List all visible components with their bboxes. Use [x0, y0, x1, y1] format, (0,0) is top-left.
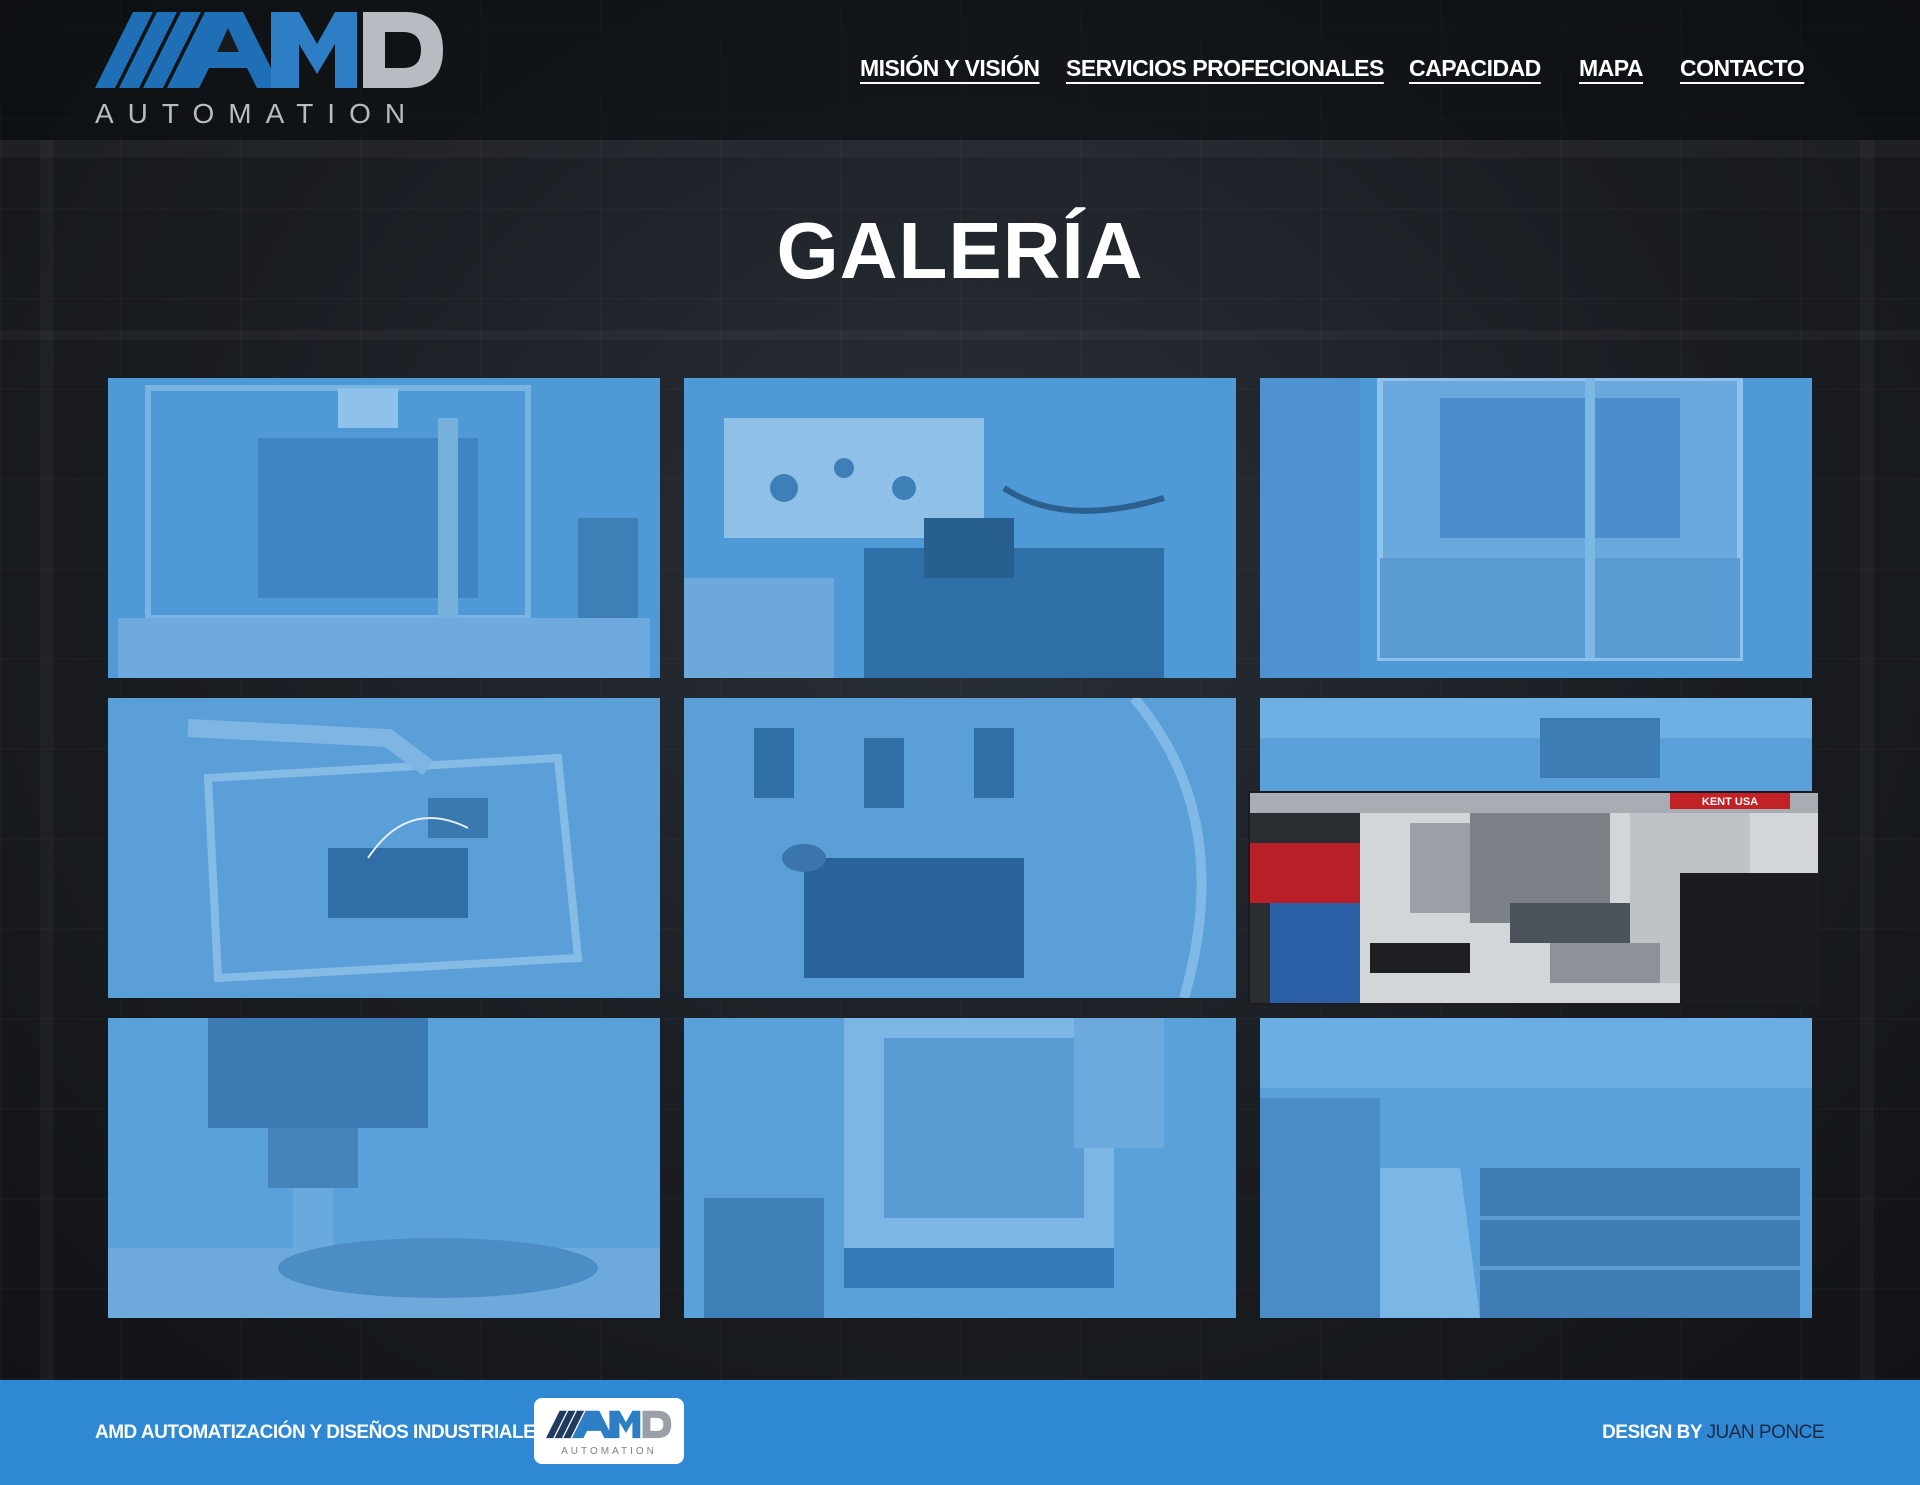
- footer-credit: DESIGN BY JUAN PONCE: [1602, 1422, 1824, 1444]
- nav-item-mision-vision[interactable]: MISIÓN Y VISIÓN: [860, 55, 1040, 82]
- nav-item-mapa[interactable]: MAPA: [1579, 55, 1644, 82]
- gallery-tile-cnc-mill[interactable]: [684, 1018, 1236, 1318]
- nav-item-servicios[interactable]: SERVICIOS PROFECIONALES: [1066, 55, 1384, 82]
- gallery-tile-automation-cell[interactable]: [108, 378, 660, 678]
- nav-item-capacidad[interactable]: CAPACIDAD: [1409, 55, 1541, 82]
- site-footer: AMD AUTOMATIZACIÓN Y DISEÑOS INDUSTRIALE…: [0, 1380, 1920, 1485]
- footer-logo[interactable]: AUTOMATION: [534, 1398, 684, 1464]
- gallery-tile-hover-preview[interactable]: KENT USA: [1250, 793, 1818, 1003]
- gallery-tile-enclosed-machine[interactable]: [1260, 378, 1812, 678]
- gallery-tile-warehouse-aisle[interactable]: [1260, 1018, 1812, 1318]
- main-nav: MISIÓN Y VISIÓN SERVICIOS PROFECIONALES …: [0, 55, 1920, 95]
- footer-company-name: AMD AUTOMATIZACIÓN Y DISEÑOS INDUSTRIALE…: [95, 1422, 548, 1443]
- gallery-tile-fixture-block[interactable]: [684, 378, 1236, 678]
- nav-item-contacto[interactable]: CONTACTO: [1680, 55, 1805, 82]
- footer-credit-name[interactable]: JUAN PONCE: [1707, 1422, 1825, 1443]
- gallery-tile-clamp-station[interactable]: [684, 698, 1236, 998]
- gallery-tile-wiring-panel[interactable]: [108, 698, 660, 998]
- site-header: AUTOMATION MISIÓN Y VISIÓN SERVICIOS PRO…: [0, 0, 1920, 140]
- logo-subtext: AUTOMATION: [95, 98, 420, 129]
- footer-logo-subtext: AUTOMATION: [561, 1446, 657, 1457]
- amd-logo-icon: AUTOMATION: [546, 1410, 672, 1457]
- gallery-tile-cnc-spindle[interactable]: [108, 1018, 660, 1318]
- footer-credit-prefix: DESIGN BY: [1602, 1422, 1702, 1443]
- hover-photo-sign: KENT USA: [1702, 796, 1758, 808]
- page-title: GALERÍA: [776, 206, 1144, 295]
